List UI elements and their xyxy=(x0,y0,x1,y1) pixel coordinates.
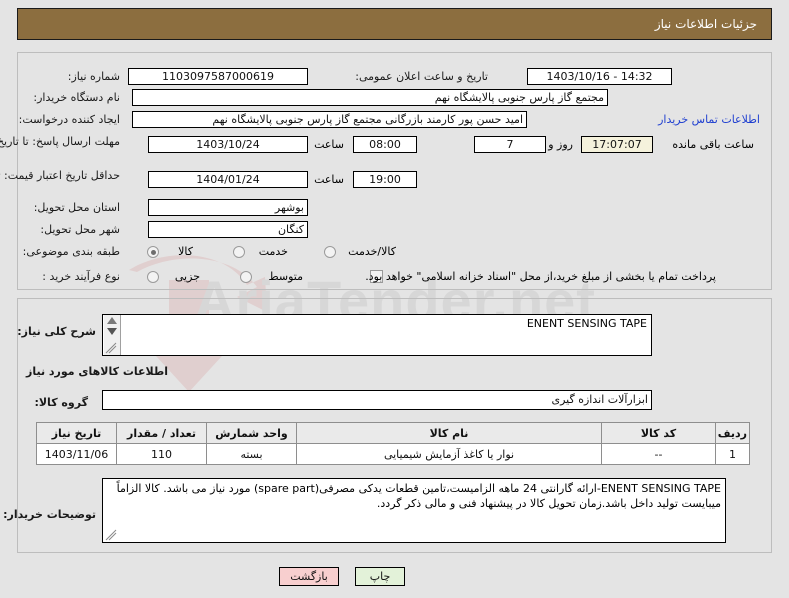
cell-unit: بسته xyxy=(207,443,298,465)
buyer-notes-label: توضیحات خریدار: xyxy=(4,508,97,521)
resize-grip-icon[interactable] xyxy=(106,342,118,354)
col-code: کد کالا xyxy=(602,422,717,444)
treasury-docs-label: پرداخت تمام یا بخشی از مبلغ خرید،از محل … xyxy=(366,270,717,283)
cell-need-date: 1403/11/06 xyxy=(37,443,118,465)
remaining-countdown-label: ساعت باقی مانده xyxy=(673,138,755,151)
response-deadline-hour: 08:00 xyxy=(354,136,418,153)
cell-radif: 1 xyxy=(716,443,751,465)
buyer-notes-box[interactable]: ENENT SENSING TAPE-ارائه گارانتی 24 ماهه… xyxy=(103,478,727,543)
goods-section-title: اطلاعات کالاهای مورد نیاز xyxy=(27,365,169,378)
table-header-row: ردیف کد کالا نام کالا واحد شمارش تعداد /… xyxy=(37,422,751,444)
cell-name: نوار یا کاغذ آزمایش شیمیایی xyxy=(297,443,603,465)
price-validity-date: 1404/01/24 xyxy=(149,171,309,188)
table-row: 1 -- نوار یا کاغذ آزمایش شیمیایی بسته 11… xyxy=(37,443,751,465)
radio-process-motevaset-label: متوسط xyxy=(269,270,304,283)
price-validity-hour-label: ساعت xyxy=(315,173,345,186)
textarea-scrollbar[interactable] xyxy=(104,315,122,355)
remaining-days-value: 7 xyxy=(475,136,547,153)
notes-resize-grip-icon[interactable] xyxy=(106,529,118,541)
request-creator-label: ایجاد کننده درخواست: xyxy=(19,113,121,126)
radio-category-khedmat[interactable] xyxy=(234,246,246,258)
response-deadline-date: 1403/10/24 xyxy=(149,136,309,153)
scroll-up-icon[interactable] xyxy=(107,316,119,326)
cell-qty: 110 xyxy=(117,443,208,465)
print-button[interactable]: چاپ xyxy=(356,567,406,586)
request-creator-value: امید حسن پور کارمند بازرگانی مجتمع گاز پ… xyxy=(133,111,528,128)
radio-category-kala[interactable] xyxy=(148,246,160,258)
buyer-org-value: مجتمع گاز پارس جنوبی پالایشگاه نهم xyxy=(133,89,609,106)
buyer-org-label: نام دستگاه خریدار: xyxy=(34,91,121,104)
delivery-province-value: بوشهر xyxy=(149,199,309,216)
price-validity-hour: 19:00 xyxy=(354,171,418,188)
purchase-process-label: نوع فرآیند خرید : xyxy=(43,270,121,283)
price-validity-label: حداقل تاریخ اعتبار قیمت: تا تاریخ: xyxy=(0,169,121,182)
need-summary-textarea[interactable]: ENENT SENSING TAPE xyxy=(103,314,653,356)
radio-category-khedmat-label: خدمت xyxy=(259,245,289,258)
col-unit: واحد شمارش xyxy=(207,422,298,444)
col-radif: ردیف xyxy=(716,422,751,444)
delivery-city-label: شهر محل تحویل: xyxy=(41,223,121,236)
scroll-down-icon[interactable] xyxy=(107,326,119,336)
goods-table: ردیف کد کالا نام کالا واحد شمارش تعداد /… xyxy=(37,422,751,465)
col-qty: تعداد / مقدار xyxy=(117,422,208,444)
delivery-city-value: کنگان xyxy=(149,221,309,238)
buyer-notes-value: ENENT SENSING TAPE-ارائه گارانتی 24 ماهه… xyxy=(117,482,722,510)
radio-category-kala-khedmat-label: کالا/خدمت xyxy=(349,245,397,258)
response-deadline-label: مهلت ارسال پاسخ: تا تاریخ: xyxy=(0,135,121,148)
delivery-province-label: استان محل تحویل: xyxy=(34,201,121,214)
buyer-contact-link[interactable]: اطلاعات تماس خریدار xyxy=(659,113,761,126)
announce-datetime-label: تاریخ و ساعت اعلان عمومی: xyxy=(356,70,489,83)
goods-group-value: ابزارآلات اندازه گیری xyxy=(103,390,653,410)
announce-datetime-value: 14:32 - 1403/10/16 xyxy=(528,68,673,85)
need-number-label: شماره نیاز: xyxy=(68,70,121,83)
col-name: نام کالا xyxy=(297,422,603,444)
back-button[interactable]: بازگشت xyxy=(280,567,340,586)
remaining-days-label: روز و xyxy=(549,138,574,151)
col-need-date: تاریخ نیاز xyxy=(37,422,118,444)
subject-category-label: طبقه بندی موضوعی: xyxy=(23,245,121,258)
need-number-value: 1103097587000619 xyxy=(129,68,309,85)
radio-category-kala-khedmat[interactable] xyxy=(325,246,337,258)
radio-process-jozi-label: جزیی xyxy=(175,270,201,283)
radio-category-kala-label: کالا xyxy=(179,245,194,258)
page-title: جزئیات اطلاعات نیاز xyxy=(18,8,773,40)
need-summary-label: شرح کلی نیاز: xyxy=(18,325,97,338)
cell-code: -- xyxy=(602,443,717,465)
radio-process-jozi[interactable] xyxy=(148,271,160,283)
remaining-countdown-value: 17:07:07 xyxy=(582,136,654,153)
radio-process-motevaset[interactable] xyxy=(241,271,253,283)
goods-group-label: گروه کالا: xyxy=(35,396,89,409)
response-deadline-hour-label: ساعت xyxy=(315,138,345,151)
need-summary-value: ENENT SENSING TAPE xyxy=(527,317,648,330)
